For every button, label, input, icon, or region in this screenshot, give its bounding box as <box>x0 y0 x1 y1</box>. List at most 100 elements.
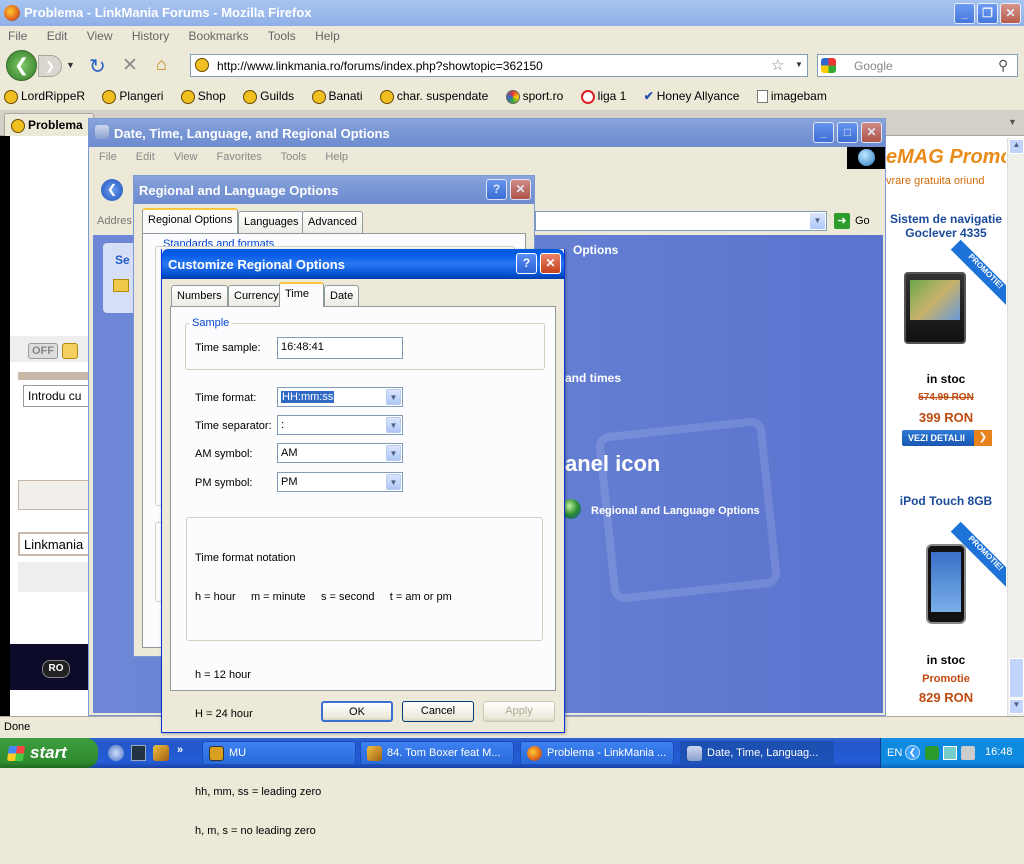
url-dropdown-icon[interactable]: ▼ <box>795 60 803 69</box>
rlo-help-button[interactable]: ? <box>486 179 507 200</box>
taskbar-item[interactable]: Problema - LinkMania ... <box>520 741 674 765</box>
menu-help[interactable]: Help <box>315 29 340 43</box>
site-favicon <box>195 58 209 72</box>
history-dropdown-icon[interactable]: ▼ <box>66 60 75 70</box>
security-icon[interactable] <box>925 746 939 760</box>
bookmark-item[interactable]: LordRippeR <box>4 89 85 104</box>
bookmark-item[interactable]: sport.ro <box>505 89 563 104</box>
close-button[interactable]: ✕ <box>1000 3 1021 24</box>
cp-menu-file[interactable]: File <box>99 151 117 163</box>
scroll-down-arrow[interactable]: ▼ <box>1009 699 1024 714</box>
product2-title[interactable]: iPod Touch 8GB <box>886 494 1006 508</box>
apply-button[interactable]: Apply <box>483 701 555 722</box>
tab-advanced[interactable]: Advanced <box>302 211 363 233</box>
tab-time[interactable]: Time <box>279 282 324 307</box>
network-icon[interactable] <box>943 746 957 760</box>
bookmark-item[interactable]: imagebam <box>756 89 827 104</box>
quicklaunch-expand-icon[interactable]: » <box>177 744 183 756</box>
bookmarks-toolbar: LordRippeR Plangeri Shop Guilds Banati c… <box>0 85 1024 109</box>
tab-currency[interactable]: Currency <box>228 285 285 307</box>
chevron-down-icon[interactable]: ▼ <box>386 417 401 433</box>
tab-languages[interactable]: Languages <box>238 211 305 233</box>
rlo-close-button[interactable]: ✕ <box>510 179 531 200</box>
stop-icon[interactable]: ✕ <box>122 54 138 77</box>
cp-menu-edit[interactable]: Edit <box>136 151 155 163</box>
off-toggle[interactable]: OFF <box>28 343 58 359</box>
start-button[interactable]: start <box>0 738 98 768</box>
menu-bookmarks[interactable]: Bookmarks <box>189 29 249 43</box>
clock[interactable]: 16:48 <box>985 746 1013 758</box>
cp-regional-link[interactable]: Regional and Language Options <box>591 505 760 517</box>
bookmark-item[interactable]: ✔ Honey Allyance <box>644 89 740 103</box>
taskbar-item[interactable]: MU <box>202 741 356 765</box>
menu-view[interactable]: View <box>87 29 113 43</box>
bookmark-item[interactable]: Guilds <box>243 89 294 104</box>
bookmark-item[interactable]: liga 1 <box>580 89 626 104</box>
magnifier-icon[interactable]: ⚲ <box>998 57 1008 74</box>
cp-menu-tools[interactable]: Tools <box>281 151 307 163</box>
scroll-thumb[interactable] <box>1009 658 1024 698</box>
cp-address-dropdown-icon[interactable]: ▼ <box>810 213 825 229</box>
tray-expand-icon[interactable]: ❮ <box>905 745 920 760</box>
cancel-button[interactable]: Cancel <box>402 701 474 722</box>
menu-tools[interactable]: Tools <box>268 29 296 43</box>
cp-menu-help[interactable]: Help <box>325 151 348 163</box>
cp-menu-view[interactable]: View <box>174 151 198 163</box>
quicklaunch-icon[interactable] <box>131 745 146 761</box>
star-icon[interactable]: ☆ <box>771 56 784 74</box>
home-icon[interactable]: ⌂ <box>156 54 167 75</box>
taskbar-item[interactable]: Date, Time, Languag... <box>680 741 834 765</box>
cp-and-times-link[interactable]: and times <box>565 371 621 385</box>
tab-numbers[interactable]: Numbers <box>171 285 228 307</box>
taskbar-item[interactable]: 84. Tom Boxer feat M... <box>360 741 514 765</box>
quicklaunch-icon[interactable] <box>108 745 124 761</box>
cro-close-button[interactable]: ✕ <box>540 253 561 274</box>
bookmark-item[interactable]: Shop <box>180 89 226 104</box>
search-box[interactable]: Google ⚲ <box>817 54 1018 77</box>
chevron-down-icon[interactable]: ▼ <box>386 445 401 461</box>
volume-icon[interactable] <box>961 746 975 760</box>
back-button[interactable]: ❮ <box>6 50 37 81</box>
url-bar[interactable]: http://www.linkmania.ro/forums/index.php… <box>190 54 808 77</box>
chevron-down-icon[interactable]: ▼ <box>386 474 401 490</box>
cro-help-button[interactable]: ? <box>516 253 537 274</box>
menu-file[interactable]: File <box>8 29 27 43</box>
quicklaunch-icon[interactable] <box>153 745 169 761</box>
cp-minimize-button[interactable]: _ <box>813 122 834 143</box>
pm-symbol-combo[interactable]: PM ▼ <box>277 472 403 492</box>
cp-close-button[interactable]: ✕ <box>861 122 882 143</box>
language-indicator[interactable]: EN <box>887 747 902 759</box>
minimize-button[interactable]: _ <box>954 3 975 24</box>
menu-edit[interactable]: Edit <box>47 29 68 43</box>
user-icon[interactable] <box>62 343 78 359</box>
tab-date[interactable]: Date <box>324 285 360 307</box>
ok-button[interactable]: OK <box>321 701 393 722</box>
menu-history[interactable]: History <box>132 29 169 43</box>
cp-back-button[interactable]: ❮ <box>101 179 123 201</box>
chevron-down-icon[interactable]: ▼ <box>386 389 401 405</box>
cp-maximize-button[interactable]: □ <box>837 122 858 143</box>
google-icon[interactable] <box>821 58 836 73</box>
tab-regional-options[interactable]: Regional Options <box>142 208 239 233</box>
time-format-combo[interactable]: HH:mm:ss ▼ <box>277 387 403 407</box>
forward-button[interactable]: ❯ <box>38 55 62 77</box>
am-symbol-combo[interactable]: AM ▼ <box>277 443 403 463</box>
page-scrollbar[interactable]: ▲ ▼ <box>1007 138 1024 716</box>
tab-list-icon[interactable]: ▼ <box>1008 117 1017 127</box>
restore-button[interactable]: ❐ <box>977 3 998 24</box>
product1-price: 399 RON <box>918 410 974 425</box>
product1-title[interactable]: Sistem de navigatie Goclever 4335 <box>886 212 1006 240</box>
bookmark-item[interactable]: Banati <box>311 89 363 104</box>
scroll-up-arrow[interactable]: ▲ <box>1009 139 1024 154</box>
reload-icon[interactable]: ↻ <box>89 54 106 79</box>
time-separator-combo[interactable]: : ▼ <box>277 415 403 435</box>
page-input[interactable]: Introdu cu <box>23 385 90 407</box>
cp-go-icon[interactable]: ➜ <box>834 213 850 229</box>
bookmark-item[interactable]: Plangeri <box>102 89 163 104</box>
cp-go-label[interactable]: Go <box>855 215 870 227</box>
cp-menu-favorites[interactable]: Favorites <box>217 151 262 163</box>
cp-address-box[interactable]: ▼ <box>535 211 827 231</box>
bookmark-item[interactable]: char. suspendate <box>379 89 488 104</box>
emag-ad[interactable]: eMAG Promo vrare gratuita oriund Sistem … <box>886 138 1006 716</box>
browser-tab[interactable]: Problema <box>4 113 94 136</box>
